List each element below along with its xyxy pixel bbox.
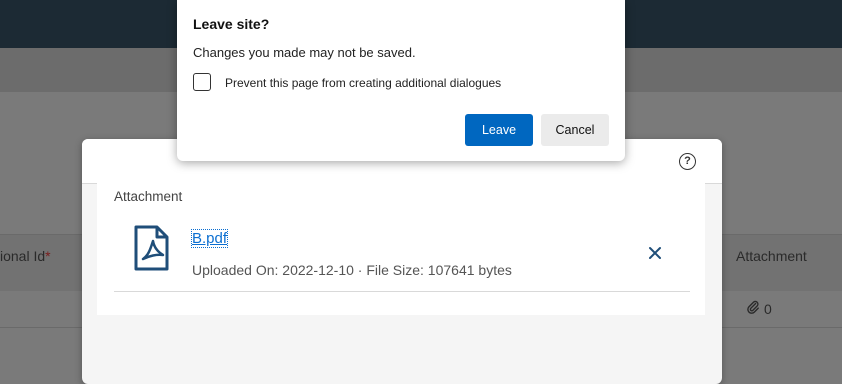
divider xyxy=(114,291,690,292)
attachment-section-title: Attachment xyxy=(114,189,183,204)
column-header-national-id-label: ional Id xyxy=(0,248,46,264)
dialog-message: Changes you made may not be saved. xyxy=(193,45,416,60)
cancel-button[interactable]: Cancel xyxy=(541,114,609,146)
column-header-national-id: ional Id* xyxy=(0,248,51,264)
pdf-file-icon xyxy=(133,225,175,271)
leave-button[interactable]: Leave xyxy=(465,114,533,146)
prevent-dialogs-label[interactable]: Prevent this page from creating addition… xyxy=(225,76,501,90)
attachment-panel: Attachment B.pdf Uploaded On: 2022-12-10… xyxy=(97,183,705,315)
dialog-title: Leave site? xyxy=(193,16,270,32)
column-header-attachment: Attachment xyxy=(736,248,807,264)
help-icon[interactable]: ? xyxy=(679,153,696,170)
row-attachment-cell[interactable]: 0 xyxy=(746,300,772,317)
paperclip-icon xyxy=(746,300,760,317)
prevent-dialogs-checkbox[interactable] xyxy=(193,73,211,91)
leave-site-dialog: Leave site? Changes you made may not be … xyxy=(177,0,625,161)
file-name-link[interactable]: B.pdf xyxy=(190,229,229,248)
attachment-dialog: ? Attachment B.pdf Uploaded On: 2022-12-… xyxy=(82,139,722,384)
close-icon[interactable] xyxy=(647,245,663,261)
required-marker: * xyxy=(45,248,51,264)
attachment-count: 0 xyxy=(764,300,772,317)
file-meta: Uploaded On: 2022-12-10 · File Size: 107… xyxy=(192,262,512,278)
